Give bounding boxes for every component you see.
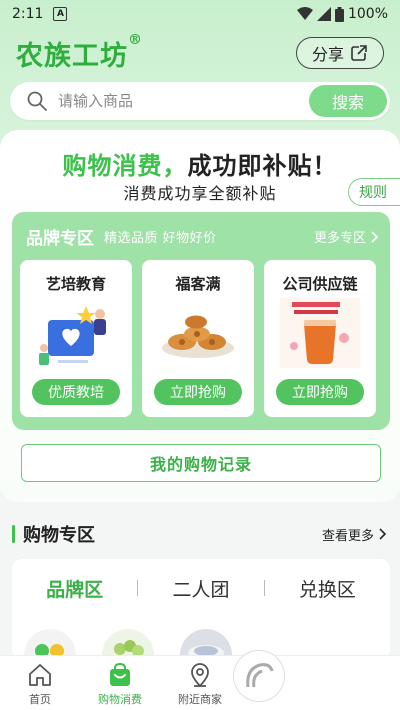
brand-zone-title: 品牌专区 — [26, 229, 94, 249]
share-icon — [351, 45, 367, 61]
promo-title-green: 购物消费， — [62, 152, 188, 180]
tab-two-person-group[interactable]: 二人团 — [138, 575, 263, 602]
wifi-icon — [296, 7, 313, 20]
chevron-right-icon — [379, 528, 386, 540]
brand-card-fukeman[interactable]: 福客满 立即抢购 — [142, 260, 254, 417]
more-zones-link[interactable]: 更多专区 — [314, 227, 378, 246]
brand-card-title: 福客满 — [175, 275, 221, 293]
share-button[interactable]: 分享 — [296, 37, 384, 69]
nav-label: 附近商家 — [178, 693, 222, 706]
rules-button[interactable]: 规则 — [348, 178, 400, 206]
chevron-right-icon — [371, 230, 378, 243]
home-icon — [29, 664, 51, 686]
status-bar: 2:11 A 100% — [0, 0, 400, 28]
shopping-section-title: 购物专区 — [23, 525, 95, 546]
education-illustration-icon — [39, 306, 106, 365]
nav-shopping[interactable]: 购物消费 — [80, 656, 160, 710]
brand-zone-header: 品牌专区 精选品质 好物好价 更多专区 — [26, 224, 378, 249]
status-time: 2:11 — [12, 6, 44, 22]
shopping-tabs: 品牌区 二人团 兑换区 — [12, 573, 390, 603]
app-logo: 农族工坊® — [16, 31, 143, 73]
view-more-label: 查看更多 — [321, 528, 374, 544]
promo-subtitle: 消费成功享全额补贴 — [123, 184, 277, 203]
brand-card-title: 艺培教育 — [45, 275, 106, 293]
brand-card-button[interactable]: 立即抢购 — [276, 379, 364, 405]
brand-zone-slogan: 精选品质 好物好价 — [104, 231, 217, 246]
location-pin-icon — [191, 663, 209, 688]
shopping-records-button[interactable]: 我的购物记录 — [21, 444, 381, 482]
promo-title-dark: 成功即补贴！ — [187, 152, 338, 180]
shopping-section-header: 购物专区 查看更多 — [12, 521, 386, 547]
brand-card-title: 公司供应链 — [282, 275, 358, 293]
brand-card-supply-chain[interactable]: 公司供应链 立即抢购 — [264, 260, 376, 417]
search-button[interactable]: 搜索 — [309, 85, 387, 117]
brand-zone-panel: 品牌专区 精选品质 好物好价 更多专区 艺培教育 优质教培 福客满 立即抢购 公… — [12, 212, 390, 430]
shopping-bag-icon — [110, 662, 130, 686]
battery-icon — [334, 6, 344, 22]
brand-card-education[interactable]: 艺培教育 优质教培 — [20, 260, 132, 417]
nav-nearby-merchants[interactable]: 附近商家 — [160, 656, 240, 710]
bottom-navigation: 首页 购物消费 附近商家 — [0, 655, 400, 710]
app-header: 农族工坊® 分享 — [16, 32, 384, 74]
brand-card-button[interactable]: 优质教培 — [32, 379, 120, 405]
search-input[interactable] — [58, 92, 309, 110]
signal-icon — [316, 7, 331, 21]
promo-title: 购物消费，成功即补贴！ — [0, 146, 400, 181]
nav-home[interactable]: 首页 — [0, 656, 80, 710]
nav-label: 购物消费 — [98, 693, 142, 706]
juice-drink-image-icon — [280, 298, 360, 368]
share-label: 分享 — [311, 45, 344, 64]
tab-brand-zone[interactable]: 品牌区 — [12, 575, 137, 602]
search-bar: 搜索 — [10, 82, 390, 120]
promo-card: 购物消费，成功即补贴！ 消费成功享全额补贴 规则 品牌专区 精选品质 好物好价 … — [0, 130, 400, 502]
registered-mark: ® — [128, 31, 143, 48]
notification-a-icon: A — [53, 7, 68, 21]
tab-exchange-zone[interactable]: 兑换区 — [265, 575, 390, 602]
floating-logo-icon — [246, 663, 274, 688]
floating-action-button[interactable] — [233, 650, 285, 702]
shopping-tab-panel: 品牌区 二人团 兑换区 — [12, 559, 390, 659]
pastry-plate-image-icon — [162, 315, 234, 358]
brand-cards: 艺培教育 优质教培 福客满 立即抢购 公司供应链 立即抢购 — [20, 260, 376, 417]
brand-card-button[interactable]: 立即抢购 — [154, 379, 242, 405]
search-icon — [27, 91, 47, 111]
section-accent-bar — [12, 525, 15, 543]
status-icons: 100% — [296, 6, 388, 22]
view-more-link[interactable]: 查看更多 — [322, 525, 386, 544]
nav-label: 首页 — [29, 693, 51, 706]
logo-text: 农族工坊 — [16, 40, 128, 72]
more-zones-label: 更多专区 — [313, 231, 366, 246]
battery-percent: 100% — [347, 6, 388, 22]
